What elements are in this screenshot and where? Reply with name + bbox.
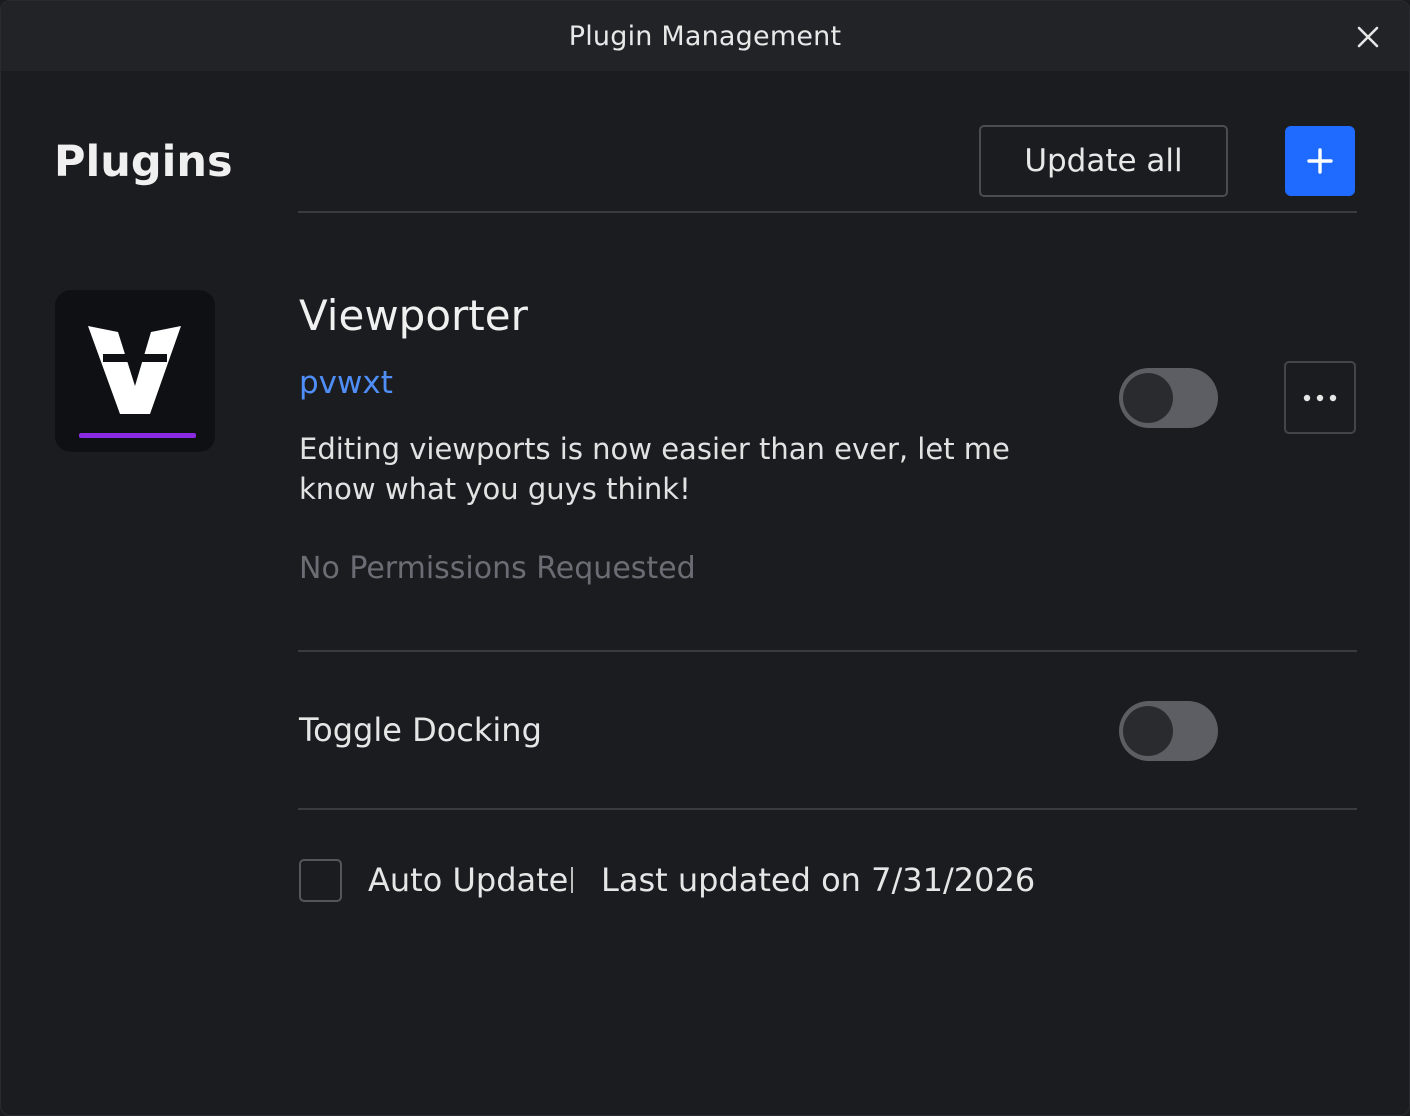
header-divider: [298, 211, 1357, 213]
setting-toggle-docking-label: Toggle Docking: [299, 711, 542, 749]
title-bar: Plugin Management: [1, 1, 1409, 71]
close-button[interactable]: [1353, 22, 1383, 52]
more-options-button[interactable]: [1284, 361, 1356, 434]
toggle-knob: [1123, 706, 1173, 756]
plugin-management-window: Plugin Management Plugins Update all Vie…: [0, 0, 1410, 1116]
close-icon: [1357, 26, 1379, 48]
plugin-permissions: No Permissions Requested: [299, 551, 696, 586]
footer-separator: [571, 867, 573, 893]
auto-update-checkbox[interactable]: [299, 859, 342, 902]
plugin-enable-toggle[interactable]: [1119, 368, 1218, 428]
plus-icon: [1307, 148, 1333, 174]
page-title: Plugins: [54, 137, 233, 187]
window-title: Plugin Management: [568, 20, 842, 52]
add-plugin-button[interactable]: [1285, 126, 1355, 196]
update-all-button[interactable]: Update all: [979, 125, 1228, 197]
more-horizontal-icon: [1303, 394, 1337, 401]
toggle-docking-switch[interactable]: [1119, 701, 1218, 761]
plugin-name: Viewporter: [299, 291, 528, 340]
viewporter-logo: [55, 290, 215, 452]
last-updated-text: Last updated on 7/31/2026: [601, 861, 1036, 899]
toggle-knob: [1123, 373, 1173, 423]
plugin-divider: [298, 650, 1357, 652]
plugin-description: Editing viewports is now easier than eve…: [299, 432, 1010, 506]
auto-update-label: Auto Update: [368, 861, 569, 899]
plugin-author-link[interactable]: pvwxt: [299, 365, 393, 401]
settings-divider: [298, 808, 1357, 810]
